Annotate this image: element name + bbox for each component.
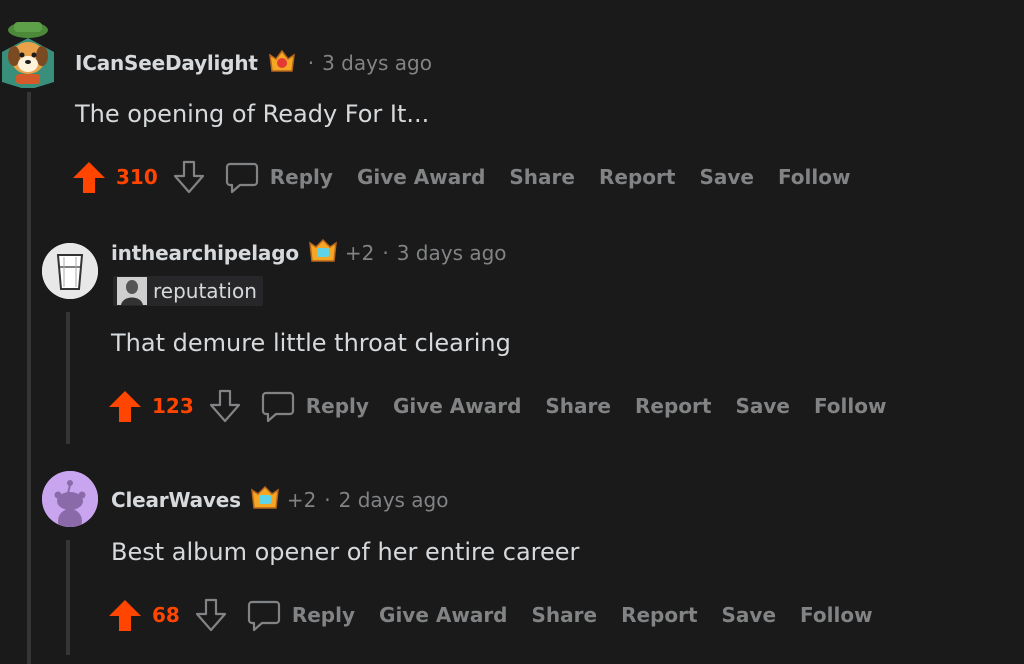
thread-line-2[interactable] <box>66 312 70 444</box>
comment-actions: 68 Reply Give Award Share Report Save Fo… <box>106 595 897 635</box>
arrow-up-icon <box>109 600 141 631</box>
follow-button[interactable]: Follow <box>778 165 851 189</box>
downvote-button[interactable] <box>170 158 208 196</box>
save-button[interactable]: Save <box>735 394 790 418</box>
upvote-button[interactable] <box>106 596 144 634</box>
meta-separator: · <box>324 488 331 512</box>
thread-line-1[interactable] <box>27 92 31 664</box>
reply-button[interactable]: Reply <box>260 388 369 424</box>
speech-bubble-icon <box>225 162 258 194</box>
share-button[interactable]: Share <box>545 394 611 418</box>
comment-body: That demure little throat clearing <box>111 329 511 357</box>
username[interactable]: ClearWaves <box>111 488 241 512</box>
comment-actions: 310 Reply Give Award Share Report Save F… <box>70 157 874 197</box>
arrow-down-icon <box>195 598 226 632</box>
vote-score: 310 <box>116 165 158 189</box>
award-badge-icon[interactable] <box>307 237 339 269</box>
award-count: +2 <box>344 241 375 265</box>
comment-body: Best album opener of her entire career <box>111 538 580 566</box>
speech-bubble-icon <box>261 391 294 423</box>
follow-button[interactable]: Follow <box>800 603 873 627</box>
reply-label: Reply <box>291 603 356 627</box>
report-button[interactable]: Report <box>621 603 697 627</box>
upvote-button[interactable] <box>70 158 108 196</box>
give-award-button[interactable]: Give Award <box>379 603 507 627</box>
award-badge-icon[interactable] <box>266 47 298 79</box>
avatar[interactable] <box>0 18 56 88</box>
reply-label: Reply <box>269 165 333 189</box>
reply-label: Reply <box>305 394 369 418</box>
timestamp[interactable]: 2 days ago <box>339 488 449 512</box>
comment-actions: 123 Reply Give Award Share Report Save F… <box>106 386 910 426</box>
meta-separator: · <box>382 241 389 265</box>
reply-button[interactable]: Reply <box>224 159 333 195</box>
vote-score: 68 <box>152 603 180 627</box>
arrow-down-icon <box>209 389 240 423</box>
timestamp[interactable]: 3 days ago <box>397 241 507 265</box>
award-badge-icon[interactable] <box>249 484 281 516</box>
timestamp[interactable]: 3 days ago <box>322 51 432 75</box>
follow-button[interactable]: Follow <box>814 394 887 418</box>
give-award-button[interactable]: Give Award <box>357 165 485 189</box>
flair-text: reputation <box>153 279 257 303</box>
avatar[interactable] <box>42 243 98 299</box>
share-button[interactable]: Share <box>532 603 598 627</box>
downvote-button[interactable] <box>192 596 230 634</box>
give-award-button[interactable]: Give Award <box>393 394 521 418</box>
save-button[interactable]: Save <box>722 603 777 627</box>
username[interactable]: ICanSeeDaylight <box>75 51 258 75</box>
vote-score: 123 <box>152 394 194 418</box>
report-button[interactable]: Report <box>599 165 675 189</box>
arrow-up-icon <box>73 162 105 193</box>
award-count: +2 <box>286 488 317 512</box>
username[interactable]: inthearchipelago <box>111 241 299 265</box>
glass-avatar-icon <box>42 243 98 299</box>
snoo-avatar-icon <box>42 471 98 527</box>
save-button[interactable]: Save <box>699 165 754 189</box>
avatar[interactable] <box>42 471 98 527</box>
share-button[interactable]: Share <box>509 165 575 189</box>
upvote-button[interactable] <box>106 387 144 425</box>
dog-avatar-icon <box>2 22 54 88</box>
thread-line-3[interactable] <box>66 540 70 655</box>
downvote-button[interactable] <box>206 387 244 425</box>
comment-body: The opening of Ready For It... <box>75 100 430 128</box>
speech-bubble-icon <box>247 600 280 632</box>
flair-image-icon <box>117 277 147 305</box>
user-flair: reputation <box>113 276 263 306</box>
reply-button[interactable]: Reply <box>246 597 355 633</box>
meta-separator: · <box>307 51 315 75</box>
arrow-up-icon <box>109 391 141 422</box>
arrow-down-icon <box>173 160 204 194</box>
report-button[interactable]: Report <box>635 394 711 418</box>
